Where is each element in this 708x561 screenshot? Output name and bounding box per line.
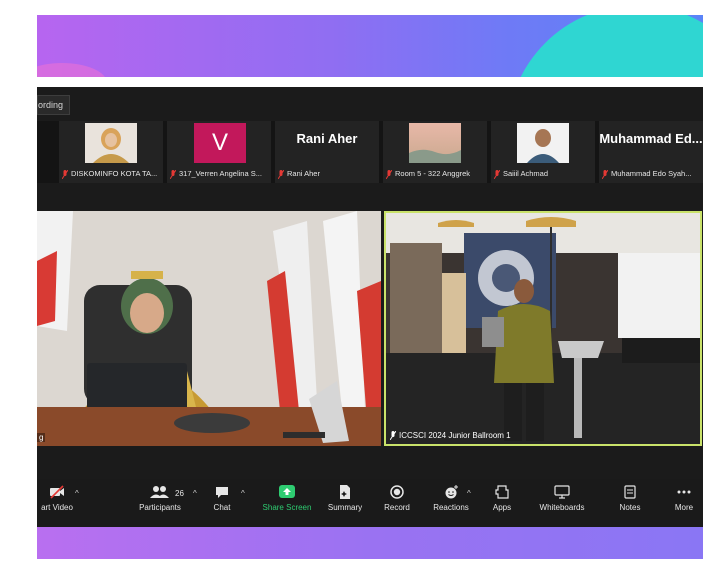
meeting-toolbar: art Video ^ Participants 26 ^ Chat ^ Sha…	[37, 479, 703, 527]
more-button[interactable]: More	[669, 485, 699, 523]
decorative-banner-top	[37, 15, 703, 77]
teal-circle-shape	[507, 15, 703, 77]
participant-label: Saiiil Achmad	[494, 168, 592, 180]
video-scene-office	[37, 211, 381, 446]
video-tile-left[interactable]: g	[37, 211, 381, 446]
video-label-right: ICCSCI 2024 Junior Ballroom 1	[390, 431, 511, 440]
video-options-caret-icon[interactable]: ^	[75, 489, 79, 498]
whiteboards-button[interactable]: Whiteboards	[537, 485, 587, 523]
reactions-button[interactable]: Reactions ^	[429, 485, 473, 523]
more-dots-icon	[677, 490, 691, 494]
video-off-icon	[50, 485, 64, 499]
participant-tile[interactable]: Room 5 - 322 Anggrek	[383, 121, 487, 183]
participant-tile[interactable]: Rani Aher Rani Aher	[275, 121, 379, 183]
summary-button[interactable]: Summary	[323, 485, 367, 523]
participants-options-caret-icon[interactable]: ^	[193, 489, 197, 498]
participant-photo	[85, 123, 137, 163]
chat-button[interactable]: Chat ^	[207, 485, 245, 523]
summary-icon	[340, 485, 350, 499]
participant-label: Rani Aher	[278, 168, 376, 180]
video-tile-active-speaker[interactable]: ICCSCI 2024 Junior Ballroom 1	[384, 211, 702, 446]
participant-tile[interactable]: V 317_Verren Angelina S...	[167, 121, 271, 183]
share-screen-icon	[279, 485, 295, 498]
chat-icon	[216, 487, 228, 498]
notes-icon	[624, 485, 636, 499]
share-screen-button[interactable]: Share Screen	[259, 485, 315, 523]
participant-photo	[409, 123, 461, 163]
reactions-options-caret-icon[interactable]: ^	[467, 489, 471, 498]
participant-display-name: Muhammad Ed...	[599, 131, 703, 146]
mic-muted-icon	[278, 169, 284, 179]
mic-muted-icon	[386, 169, 392, 179]
participants-icon	[150, 486, 169, 498]
participants-button[interactable]: Participants 26 ^	[127, 485, 197, 523]
start-video-button[interactable]: art Video ^	[37, 485, 79, 523]
participant-tile[interactable]: Muhammad Ed... Muhammad Edo Syah...	[599, 121, 703, 183]
mic-muted-icon	[602, 169, 608, 179]
participant-strip: DISKOMINFO KOTA TA... V 317_Verren Angel…	[37, 121, 703, 183]
video-scene-ballroom	[386, 213, 700, 444]
screenshot-frame: ording DISKOMINFO KOTA TA... V 317_Verre…	[37, 15, 703, 559]
record-icon	[390, 485, 404, 499]
notes-button[interactable]: Notes	[615, 485, 645, 523]
whiteboard-icon	[554, 485, 570, 499]
chat-options-caret-icon[interactable]: ^	[241, 489, 245, 498]
participant-photo	[517, 123, 569, 163]
apps-button[interactable]: Apps	[489, 485, 515, 523]
video-label-left: g	[37, 433, 46, 442]
participant-tile[interactable]: Saiiil Achmad	[491, 121, 595, 183]
reactions-icon	[445, 485, 458, 499]
participant-label: Room 5 - 322 Anggrek	[386, 168, 484, 180]
recording-tab[interactable]: ording	[37, 95, 71, 115]
participant-label: 317_Verren Angelina S...	[170, 168, 268, 180]
participant-label: Muhammad Edo Syah...	[602, 168, 700, 180]
mic-muted-icon	[390, 431, 396, 440]
participant-tile[interactable]: DISKOMINFO KOTA TA...	[59, 121, 163, 183]
mic-muted-icon	[494, 169, 500, 179]
participant-avatar-initial: V	[194, 123, 246, 163]
pink-blob-shape	[37, 63, 107, 77]
record-button[interactable]: Record	[377, 485, 417, 523]
mic-muted-icon	[62, 169, 68, 179]
participants-count-badge: 26	[175, 489, 184, 498]
apps-icon	[495, 485, 509, 499]
decorative-banner-bottom	[37, 527, 703, 559]
zoom-meeting-window: ording DISKOMINFO KOTA TA... V 317_Verre…	[37, 87, 703, 527]
mic-muted-icon	[170, 169, 176, 179]
participant-display-name: Rani Aher	[296, 131, 358, 146]
participant-label: DISKOMINFO KOTA TA...	[62, 168, 160, 180]
